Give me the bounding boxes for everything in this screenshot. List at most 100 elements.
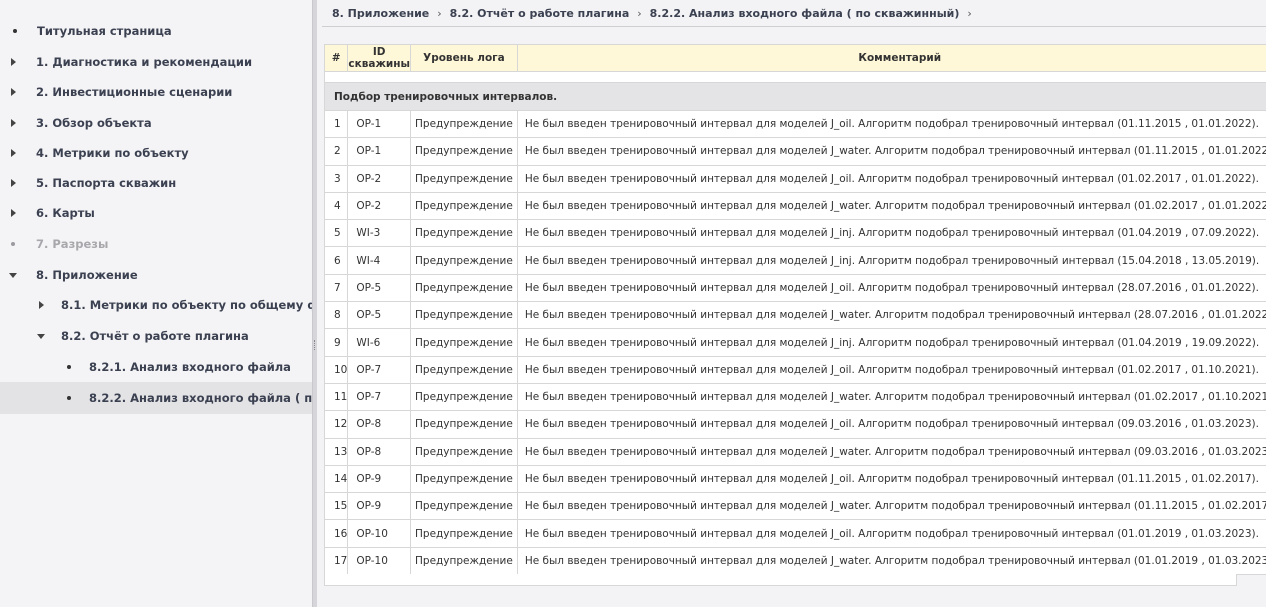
breadcrumb-separator-icon: › xyxy=(967,6,972,20)
caret-right-icon[interactable] xyxy=(8,208,18,218)
table-body: Подбор тренировочных интервалов. 1 OP-1 Пр… xyxy=(323,71,1266,576)
row-well-id[interactable]: WI-3 xyxy=(347,219,412,248)
row-well-id[interactable]: OP-1 xyxy=(347,137,412,166)
row-well-id[interactable]: OP-5 xyxy=(347,301,412,330)
row-well-id[interactable]: OP-5 xyxy=(347,273,412,303)
log-table: # ID скважины Уровень лога Комментарий П… xyxy=(323,44,1266,576)
sidebar-item-label: 8.1. Метрики по объекту по общему фонду xyxy=(61,298,312,312)
row-log-level: Предупреждение xyxy=(410,437,518,466)
row-num: 15 xyxy=(323,492,349,521)
row-well-id[interactable]: OP-9 xyxy=(347,464,412,494)
sidebar-item-3[interactable]: 3. Обзор объекта xyxy=(0,108,312,138)
row-log-level: Предупреждение xyxy=(410,492,518,521)
sidebar-item-4[interactable]: 4. Метрики по объекту xyxy=(0,138,312,168)
table-row: 7 OP-5 Предупреждение Не был введен трениро… xyxy=(323,273,1266,303)
sidebar-item-label: 8.2. Отчёт о работе плагина xyxy=(61,329,249,343)
breadcrumb-item-1[interactable]: 8.2. Отчёт о работе плагина xyxy=(450,7,630,20)
caret-down-icon[interactable] xyxy=(36,331,46,341)
breadcrumb-item-2[interactable]: 8.2.2. Анализ входного файла ( по скважи… xyxy=(650,7,960,20)
table-row: 9 WI-6 Предупреждение Не был введен трениро… xyxy=(323,328,1266,357)
sidebar-item-10[interactable]: 8.2. Отчёт о работе плагина xyxy=(0,321,312,351)
row-well-id[interactable]: OP-2 xyxy=(347,164,412,193)
row-log-level: Предупреждение xyxy=(410,328,518,357)
row-comment: Не был введен тренировочный интервал для… xyxy=(516,137,1266,166)
table-row: 13 OP-8 Предупреждение Не был введен тренир… xyxy=(323,437,1266,466)
table-row: 1 OP-1 Предупреждение Не был введен трениро… xyxy=(323,109,1266,139)
row-log-level: Предупреждение xyxy=(410,191,518,221)
row-comment: Не был введен тренировочный интервал для… xyxy=(516,464,1266,494)
col-header-log-level[interactable]: Уровень лога xyxy=(410,44,518,72)
row-num: 12 xyxy=(323,410,349,439)
caret-right-icon[interactable] xyxy=(8,118,18,128)
table-row: 14 OP-9 Предупреждение Не был введен тренир… xyxy=(323,464,1266,494)
bullet-icon xyxy=(64,362,74,372)
row-comment: Не был введен тренировочный интервал для… xyxy=(516,246,1266,275)
row-num: 1 xyxy=(323,109,349,139)
row-comment: Не был введен тренировочный интервал для… xyxy=(516,109,1266,139)
bullet-icon xyxy=(64,393,74,403)
row-num: 5 xyxy=(323,219,349,248)
row-num: 8 xyxy=(323,301,349,330)
sidebar-item-1[interactable]: 1. Диагностика и рекомендации xyxy=(0,47,312,77)
row-well-id[interactable]: OP-7 xyxy=(347,382,412,412)
row-log-level: Предупреждение xyxy=(410,301,518,330)
row-comment: Не был введен тренировочный интервал для… xyxy=(516,492,1266,521)
caret-right-icon[interactable] xyxy=(36,300,46,310)
sidebar-item-label: 8. Приложение xyxy=(36,268,138,282)
sidebar-item-label: 6. Карты xyxy=(36,206,95,220)
row-well-id[interactable]: WI-6 xyxy=(347,328,412,357)
row-comment: Не был введен тренировочный интервал для… xyxy=(516,410,1266,439)
sidebar-item-5[interactable]: 5. Паспорта скважин xyxy=(0,168,312,198)
row-num: 4 xyxy=(323,191,349,221)
row-comment: Не был введен тренировочный интервал для… xyxy=(516,328,1266,357)
caret-down-icon[interactable] xyxy=(8,270,18,280)
row-well-id[interactable]: WI-4 xyxy=(347,246,412,275)
caret-right-icon[interactable] xyxy=(8,148,18,158)
table-row: 16 OP-10 Предупреждение Не был введен трени… xyxy=(323,519,1266,548)
sidebar-nav: Титульная страница 1. Диагностика и реком… xyxy=(0,0,312,607)
sidebar-item-2[interactable]: 2. Инвестиционные сценарии xyxy=(0,77,312,107)
row-log-level: Предупреждение xyxy=(410,219,518,248)
row-well-id[interactable]: OP-8 xyxy=(347,410,412,439)
row-num: 6 xyxy=(323,246,349,275)
sidebar-item-label: 7. Разрезы xyxy=(36,237,109,251)
row-comment: Не был введен тренировочный интервал для… xyxy=(516,546,1266,576)
sidebar-item-label: 2. Инвестиционные сценарии xyxy=(36,85,233,99)
row-well-id[interactable]: OP-2 xyxy=(347,191,412,221)
caret-right-icon[interactable] xyxy=(8,178,18,188)
panel-splitter[interactable] xyxy=(312,0,317,607)
caret-right-icon[interactable] xyxy=(8,57,18,67)
row-well-id[interactable]: OP-9 xyxy=(347,492,412,521)
row-num: 13 xyxy=(323,437,349,466)
row-log-level: Предупреждение xyxy=(410,137,518,166)
sidebar-item-9[interactable]: 8.1. Метрики по объекту по общему фонду xyxy=(0,290,312,320)
row-comment: Не был введен тренировочный интервал для… xyxy=(516,437,1266,466)
col-header-well-id[interactable]: ID скважины xyxy=(347,44,412,72)
row-well-id[interactable]: OP-7 xyxy=(347,355,412,384)
caret-right-icon[interactable] xyxy=(8,87,18,97)
row-log-level: Предупреждение xyxy=(410,355,518,384)
row-num: 9 xyxy=(323,328,349,357)
sidebar-item-11[interactable]: 8.2.1. Анализ входного файла xyxy=(0,352,312,382)
sidebar-item-label: 4. Метрики по объекту xyxy=(36,146,189,160)
sidebar-item-0[interactable]: Титульная страница xyxy=(0,16,312,46)
sidebar-item-label: 3. Обзор объекта xyxy=(36,116,152,130)
sidebar-item-7: 7. Разрезы xyxy=(0,229,312,259)
breadcrumb-item-0[interactable]: 8. Приложение xyxy=(332,7,429,20)
sidebar-item-12[interactable]: 8.2.2. Анализ входного файла ( по скважи… xyxy=(0,382,312,414)
sidebar-item-6[interactable]: 6. Карты xyxy=(0,198,312,228)
row-well-id[interactable]: OP-1 xyxy=(347,109,412,139)
row-well-id[interactable]: OP-10 xyxy=(347,519,412,548)
col-header-comment[interactable]: Комментарий xyxy=(516,44,1266,72)
table-row: 2 OP-1 Предупреждение Не был введен трениро… xyxy=(323,137,1266,166)
splitter-grip-icon[interactable] xyxy=(314,340,316,350)
sidebar-item-8[interactable]: 8. Приложение xyxy=(0,260,312,290)
row-well-id[interactable]: OP-10 xyxy=(347,546,412,576)
table-row: 11 OP-7 Предупреждение Не был введен тренир… xyxy=(323,382,1266,412)
row-log-level: Предупреждение xyxy=(410,109,518,139)
group-title: Подбор тренировочных интервалов. xyxy=(324,82,1266,111)
row-comment: Не был введен тренировочный интервал для… xyxy=(516,219,1266,248)
row-log-level: Предупреждение xyxy=(410,519,518,548)
table-row: 4 OP-2 Предупреждение Не был введен трениро… xyxy=(323,191,1266,221)
row-well-id[interactable]: OP-8 xyxy=(347,437,412,466)
